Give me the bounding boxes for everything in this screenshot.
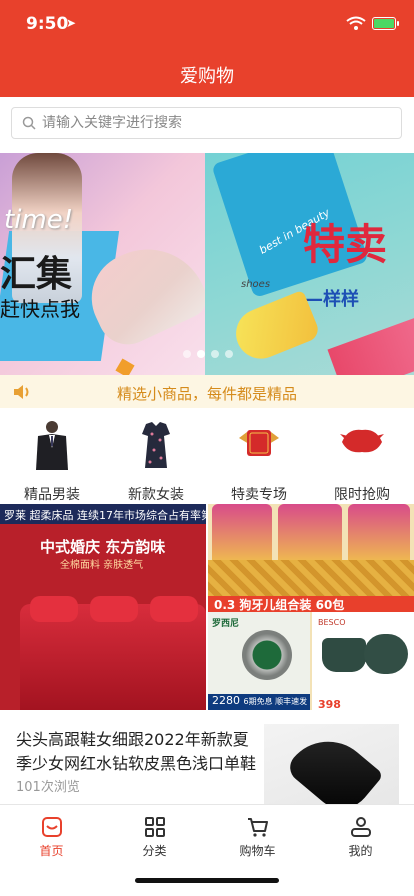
search-icon — [22, 116, 36, 130]
category-mens[interactable]: 精品男装 — [0, 420, 104, 503]
tab-label: 购物车 — [239, 844, 276, 858]
carousel-dots[interactable] — [183, 350, 233, 358]
notice-bar: 精选小商品，每件都是精品 — [0, 375, 414, 408]
category-label: 新款女装 — [128, 487, 184, 503]
home-indicator[interactable] — [135, 878, 279, 883]
banner-decoration — [115, 358, 135, 375]
cookware-ad[interactable]: BESCO — [312, 612, 414, 710]
promo-brand-sub: 超柔床品 — [29, 509, 74, 522]
category-row: 精品男装 新款女装 特卖专场 限时抢购 — [0, 408, 414, 504]
tab-category[interactable]: 分类 — [103, 815, 206, 859]
category-womens[interactable]: 新款女装 — [104, 420, 208, 503]
banner-slide[interactable]: time! 汇集 赶快点我 — [0, 153, 205, 375]
flash-sale-badge-image — [340, 429, 384, 453]
promo-mixed[interactable]: 0.3 狗牙儿组合装 60包 罗西尼 2280 6期免息 顺丰速发 BESCO … — [208, 504, 414, 710]
tab-cart[interactable]: 购物车 — [206, 815, 309, 859]
snack-chips-image — [208, 560, 414, 598]
watch-image — [242, 630, 292, 680]
promo-top-note: 连续17年市场综合占有率第一 — [77, 509, 206, 522]
sale-badge-image — [239, 430, 279, 456]
notice-text: 精选小商品，每件都是精品 — [116, 385, 297, 403]
battery-icon — [372, 17, 399, 30]
pillow-image — [90, 596, 138, 622]
category-sale[interactable]: 特卖专场 — [207, 420, 311, 503]
banner-slide[interactable]: best in beauty shoes 特卖 —样样 — [205, 153, 414, 375]
search-input[interactable] — [42, 112, 392, 134]
status-time: 9:50 — [26, 14, 69, 34]
womens-dress-image — [142, 422, 170, 468]
product-card[interactable]: 尖头高跟鞋女细跟2022年新款夏季少女网红水钻软皮黑色浅口单鞋 101次浏览 — [0, 710, 414, 804]
product-name: 尖头高跟鞋女细跟2022年新款夏季少女网红水钻软皮黑色浅口单鞋 — [16, 730, 257, 773]
carousel-dot[interactable] — [225, 350, 233, 358]
category-label: 特卖专场 — [231, 487, 287, 503]
banner-headline: 特卖 — [303, 220, 388, 269]
promo-section: 罗莱 超柔床品 连续17年市场综合占有率第一 中式婚庆 东方韵味 全棉面料 亲肤… — [0, 504, 414, 710]
banner-headline: 汇集 — [0, 254, 73, 295]
pillow-image — [150, 596, 198, 622]
pot-price: 398 — [318, 698, 341, 710]
tab-label: 首页 — [39, 844, 64, 858]
promo-band: 0.3 狗牙儿组合装 60包 — [208, 596, 414, 612]
user-icon — [350, 817, 371, 837]
carousel-dot[interactable] — [183, 350, 191, 358]
promo-brand: 罗莱 — [4, 509, 26, 522]
search-area — [0, 97, 414, 153]
page-title: 爱购物 — [180, 66, 234, 87]
cart-icon — [247, 818, 268, 837]
snack-bag-image — [348, 504, 410, 566]
tab-label: 我的 — [348, 844, 373, 858]
tab-profile[interactable]: 我的 — [309, 815, 412, 859]
watch-brand: 罗西尼 — [212, 619, 240, 629]
tab-home[interactable]: 首页 — [0, 815, 103, 859]
banner-carousel[interactable]: time! 汇集 赶快点我 best in beauty shoes 特卖 —样… — [0, 153, 414, 375]
carousel-dot[interactable] — [211, 350, 219, 358]
pan-image — [364, 634, 408, 674]
promo-subline: 全棉面料 亲肤透气 — [60, 560, 144, 571]
watch-price: 2280 — [212, 694, 240, 707]
grid-icon — [144, 817, 165, 837]
banner-wallet-image — [327, 315, 414, 375]
banner-subline: —样样 — [305, 289, 359, 310]
watch-note: 6期免息 顺丰速发 — [243, 697, 308, 706]
tab-label: 分类 — [142, 844, 167, 858]
pillow-image — [30, 596, 78, 622]
product-thumbnail — [264, 724, 399, 804]
home-icon — [41, 817, 62, 837]
carousel-dot-active[interactable] — [197, 350, 205, 358]
banner-script-text: time! — [4, 205, 74, 235]
category-flash-sale[interactable]: 限时抢购 — [310, 420, 414, 503]
promo-bedding[interactable]: 罗莱 超柔床品 连续17年市场综合占有率第一 中式婚庆 东方韵味 全棉面料 亲肤… — [0, 504, 206, 710]
banner-shoe-image — [228, 289, 322, 367]
promo-headline: 中式婚庆 东方韵味 — [40, 538, 166, 556]
category-label: 精品男装 — [24, 487, 80, 503]
snack-bag-image — [278, 504, 342, 566]
category-label: 限时抢购 — [334, 487, 390, 503]
mens-suit-image — [36, 421, 68, 470]
promo-topbar: 罗莱 超柔床品 连续17年市场综合占有率第一 — [0, 504, 206, 524]
watch-price-bar: 2280 6期免息 顺丰速发 — [208, 694, 310, 710]
location-arrow-icon: ➤ — [66, 16, 77, 30]
status-bar: 9:50 ➤ — [0, 0, 414, 50]
wifi-icon — [346, 16, 366, 30]
pot-image — [322, 638, 366, 672]
heel-shoe-image — [284, 724, 384, 804]
app-header: 9:50 ➤ 爱购物 — [0, 0, 414, 97]
banner-subline: 赶快点我 — [0, 297, 80, 321]
banner-small-text: shoes — [241, 279, 271, 290]
product-views: 101次浏览 — [16, 780, 80, 795]
search-box[interactable] — [11, 107, 402, 139]
pot-brand: BESCO — [318, 618, 346, 627]
snack-bag-image — [212, 504, 272, 566]
